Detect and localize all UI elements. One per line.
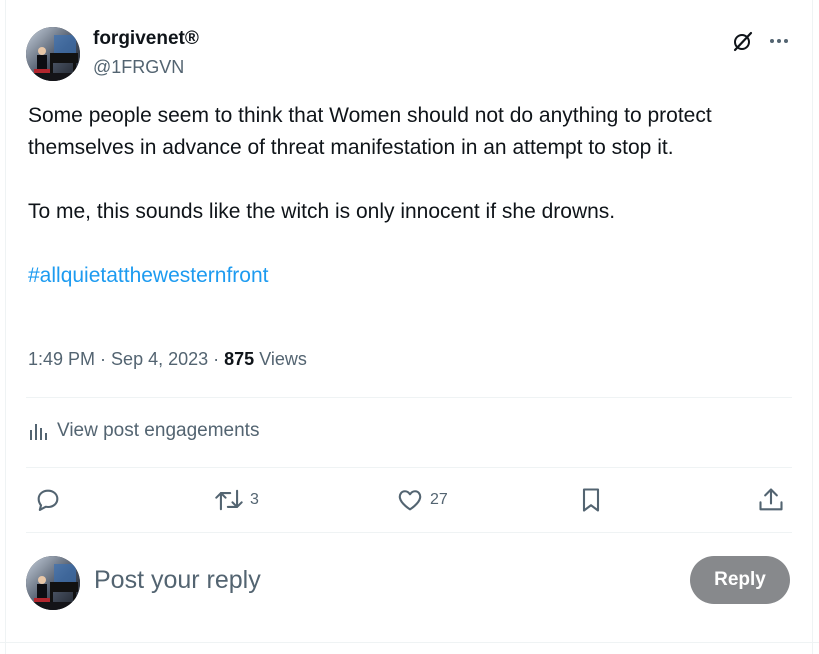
divider xyxy=(26,397,792,398)
author-handle[interactable]: @1FRGVN xyxy=(93,57,184,78)
like-button[interactable]: 27 xyxy=(396,485,448,515)
submit-reply-button[interactable]: Reply xyxy=(690,556,790,604)
like-icon xyxy=(398,490,422,511)
share-button[interactable] xyxy=(757,485,791,515)
meta-separator: · xyxy=(95,349,112,369)
post-time[interactable]: 1:49 PM xyxy=(28,349,95,369)
share-icon xyxy=(759,488,783,511)
divider xyxy=(26,467,792,468)
bookmark-icon xyxy=(582,488,600,512)
pianist-avatar-icon xyxy=(26,27,80,81)
views-label: Views xyxy=(254,349,307,369)
reply-input[interactable] xyxy=(94,562,654,598)
pianist-avatar-icon xyxy=(26,556,80,610)
hashtag-link[interactable]: #allquietatthewesternfront xyxy=(28,264,269,287)
reply-icon xyxy=(37,489,59,511)
bookmark-button[interactable] xyxy=(577,485,611,515)
view-engagements-label: View post engagements xyxy=(57,420,260,441)
repost-count: 3 xyxy=(250,491,259,508)
post-meta: 1:49 PM · Sep 4, 2023 · 875 Views xyxy=(28,349,307,370)
meta-separator: · xyxy=(208,349,225,369)
post-paragraph-2: To me, this sounds like the witch is onl… xyxy=(28,200,616,223)
post-date[interactable]: Sep 4, 2023 xyxy=(111,349,208,369)
divider xyxy=(26,532,792,533)
post-frame xyxy=(5,0,813,654)
author-avatar[interactable] xyxy=(26,27,80,81)
author-display-name[interactable]: forgivenet® xyxy=(93,28,199,50)
views-count: 875 xyxy=(224,349,255,369)
current-user-avatar[interactable] xyxy=(26,556,80,610)
more-icon[interactable] xyxy=(766,28,792,54)
view-engagements-link[interactable]: View post engagements xyxy=(28,420,259,442)
post-text: Some people seem to think that Women sho… xyxy=(28,100,798,292)
post-paragraph-1: Some people seem to think that Women sho… xyxy=(28,104,712,159)
repost-button[interactable]: 3 xyxy=(214,485,259,515)
reply-button[interactable] xyxy=(34,485,68,515)
like-count: 27 xyxy=(430,491,448,508)
bottom-divider xyxy=(0,642,819,643)
repost-icon xyxy=(215,489,243,511)
analytics-icon xyxy=(30,424,47,440)
grok-icon[interactable] xyxy=(730,28,756,54)
